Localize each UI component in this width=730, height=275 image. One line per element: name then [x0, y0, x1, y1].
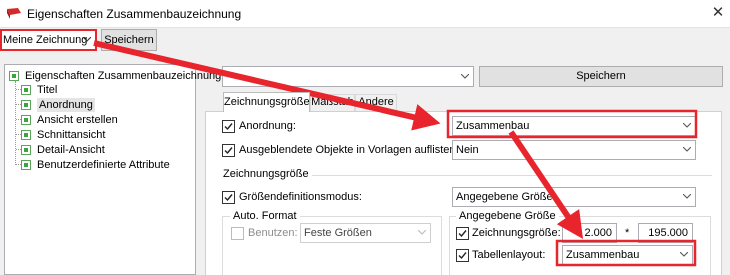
checkmark-icon — [458, 252, 467, 260]
hidden-objects-checkbox[interactable] — [222, 144, 235, 157]
given-size-title: Angegebene Größe — [456, 210, 559, 222]
tree-item-label: Anordnung — [37, 98, 95, 112]
table-layout-value: Zusammenbau — [566, 249, 640, 261]
size-mode-select[interactable]: Angegebene Größe — [452, 187, 696, 207]
hidden-objects-label: Ausgeblendete Objekte in Vorlagen auflis… — [239, 144, 456, 156]
table-layout-checkbox[interactable] — [456, 249, 469, 262]
anordnung-select[interactable]: Zusammenbau — [452, 116, 696, 136]
tab-label: Zeichnungsgröße — [224, 96, 310, 108]
auto-format-use-checkbox[interactable] — [231, 227, 244, 240]
tab-label: Maßstab — [311, 96, 354, 108]
tree-item-label: Benutzerdefinierte Attribute — [37, 159, 170, 171]
size-mode-value: Angegebene Größe — [456, 191, 553, 203]
tree-item-label: Detail-Ansicht — [37, 144, 105, 156]
preset-combo-value: Meine Zeichnung — [3, 34, 88, 46]
table-layout-select[interactable]: Zusammenbau — [562, 245, 693, 265]
tree-node-icon — [9, 71, 19, 81]
table-layout-label: Tabellenlayout: — [472, 249, 546, 261]
hidden-objects-value: Nein — [456, 144, 479, 156]
checkmark-icon — [458, 230, 467, 238]
tree-item-label: Ansicht erstellen — [37, 114, 118, 126]
tree-node-icon — [21, 115, 31, 125]
size-mode-label: Größendefinitionsmodus: — [239, 191, 362, 203]
anordnung-label: Anordnung: — [239, 120, 296, 132]
tree-node-icon — [21, 100, 31, 110]
settings-preset-combo[interactable] — [222, 66, 474, 87]
chevron-down-icon[interactable] — [679, 141, 695, 159]
tab-label: Andere — [358, 96, 394, 108]
window-title: Eigenschaften Zusammenbauzeichnung — [27, 7, 242, 21]
toolbar-save-label: Speichern — [104, 34, 154, 46]
checkmark-icon — [224, 194, 233, 202]
tab-zeichnungsgroesse[interactable]: Zeichnungsgröße — [223, 92, 310, 112]
tree-guide-line — [15, 81, 16, 165]
title-bar: Eigenschaften Zusammenbauzeichnung ✕ — [0, 0, 730, 28]
toolbar: Meine Zeichnung Speichern — [0, 29, 730, 53]
auto-format-value: Feste Größen — [304, 227, 372, 239]
anordnung-checkbox[interactable] — [222, 120, 235, 133]
chevron-down-icon[interactable] — [414, 224, 430, 242]
toolbar-save-button[interactable]: Speichern — [101, 29, 157, 51]
tree-node-icon — [21, 160, 31, 170]
size-mode-checkbox[interactable] — [222, 191, 235, 204]
checkmark-icon — [224, 147, 233, 155]
auto-format-use-label: Benutzen: — [248, 227, 298, 239]
drawing-width-input[interactable]: 2.000 — [562, 223, 617, 243]
chevron-down-icon[interactable] — [457, 67, 473, 86]
size-multiply-sign: * — [625, 227, 630, 239]
tree-node-icon — [21, 130, 31, 140]
checkmark-icon — [224, 123, 233, 131]
app-icon — [7, 8, 21, 19]
tree-item-label: Titel — [37, 84, 58, 96]
auto-format-select[interactable]: Feste Größen — [300, 223, 431, 243]
chevron-down-icon[interactable] — [679, 188, 695, 206]
chevron-down-icon[interactable] — [79, 31, 95, 49]
drawing-size-label: Zeichnungsgröße: — [472, 227, 561, 239]
drawing-size-checkbox[interactable] — [456, 227, 469, 240]
close-icon[interactable]: ✕ — [708, 3, 728, 23]
tab-panel: Anordnung: Zusammenbau Ausgeblendete Obj… — [205, 111, 722, 275]
tree-item-label: Schnittansicht — [37, 129, 106, 141]
section-title: Zeichnungsgröße — [223, 168, 309, 180]
tree-item-label: Eigenschaften Zusammenbauzeichnung — [25, 70, 222, 82]
tree-node-icon — [21, 145, 31, 155]
save-button-label: Speichern — [576, 70, 626, 82]
auto-format-title: Auto. Format — [230, 210, 300, 222]
tab-massstab[interactable]: Maßstab — [310, 94, 355, 111]
section-divider — [312, 175, 712, 176]
drawing-height-input[interactable]: 195.000 — [638, 223, 693, 243]
tree-node-icon — [21, 85, 31, 95]
hidden-objects-select[interactable]: Nein — [452, 140, 696, 160]
chevron-down-icon[interactable] — [679, 117, 695, 135]
properties-tree: Eigenschaften Zusammenbauzeichnung Titel… — [4, 64, 221, 275]
save-button[interactable]: Speichern — [479, 66, 723, 87]
tab-andere[interactable]: Andere — [355, 94, 397, 111]
chevron-down-icon[interactable] — [676, 246, 692, 264]
preset-combo[interactable]: Meine Zeichnung — [0, 29, 97, 51]
anordnung-value: Zusammenbau — [456, 120, 530, 132]
